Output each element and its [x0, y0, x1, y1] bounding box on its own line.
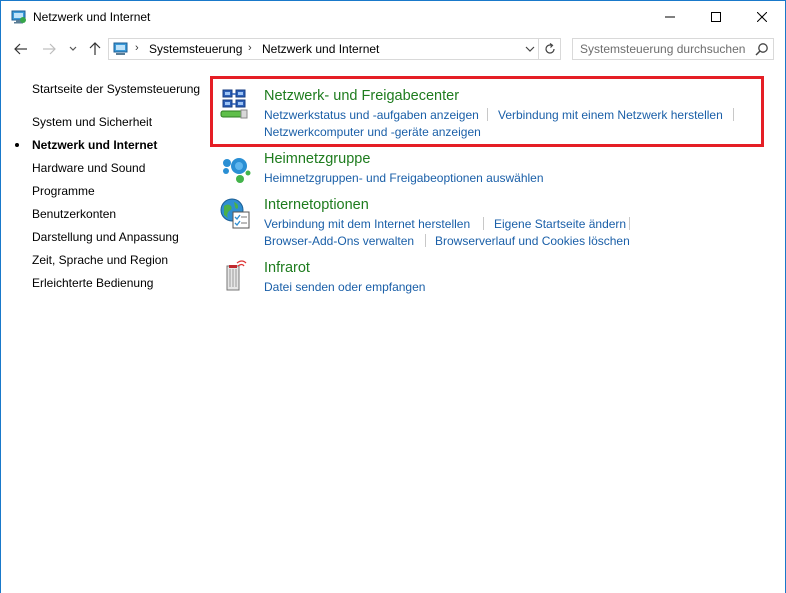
- chevron-down-icon: [525, 46, 535, 52]
- control-panel-icon: [113, 42, 129, 56]
- sidebar-item-programme[interactable]: Programme: [32, 184, 95, 198]
- sidebar-home-link[interactable]: Startseite der Systemsteuerung: [32, 82, 200, 96]
- chevron-right-icon: ›: [135, 42, 139, 54]
- control-panel-network-icon: [11, 10, 27, 24]
- refresh-button[interactable]: [539, 38, 561, 60]
- window-title: Netzwerk und Internet: [33, 10, 151, 24]
- close-icon: [757, 11, 767, 22]
- back-button[interactable]: [12, 40, 30, 58]
- sidebar-item-benutzerkonten[interactable]: Benutzerkonten: [32, 207, 116, 221]
- forward-button[interactable]: [40, 40, 58, 58]
- recent-locations-button[interactable]: [66, 40, 80, 58]
- minimize-icon: [665, 16, 675, 17]
- link-separator: [425, 234, 426, 247]
- arrow-left-icon: [14, 43, 27, 55]
- arrow-up-icon: [89, 42, 101, 55]
- sidebar-item-darstellung-und-anpassung[interactable]: Darstellung und Anpassung: [32, 230, 179, 244]
- highlight-box: [210, 76, 764, 147]
- maximize-icon: [711, 11, 721, 22]
- infrared-title[interactable]: Infrarot: [264, 260, 310, 276]
- title-bar: Netzwerk und Internet: [0, 0, 786, 32]
- maximize-button[interactable]: [693, 1, 739, 32]
- address-dropdown-button[interactable]: [522, 41, 538, 57]
- link-separator: [483, 217, 484, 230]
- search-icon[interactable]: [755, 42, 769, 56]
- link-manage-browser-addons[interactable]: Browser-Add-Ons verwalten: [264, 234, 414, 248]
- link-connect-to-internet[interactable]: Verbindung mit dem Internet herstellen: [264, 217, 470, 231]
- sidebar-item-hardware-und-sound[interactable]: Hardware und Sound: [32, 161, 145, 175]
- chevron-down-icon: [69, 46, 77, 51]
- internet-options-title[interactable]: Internetoptionen: [264, 197, 369, 213]
- breadcrumb-netzwerk-und-internet[interactable]: Netzwerk und Internet: [262, 42, 379, 56]
- navigation-bar: › Systemsteuerung › Netzwerk und Interne…: [0, 32, 786, 66]
- link-send-receive-file[interactable]: Datei senden oder empfangen: [264, 280, 425, 294]
- link-homegroup-options[interactable]: Heimnetzgruppen- und Freigabeoptionen au…: [264, 171, 544, 185]
- link-change-home-page[interactable]: Eigene Startseite ändern: [494, 217, 626, 231]
- infrared-icon[interactable]: [218, 260, 252, 294]
- sidebar-item-netzwerk-und-internet[interactable]: Netzwerk und Internet: [32, 138, 157, 152]
- internet-options-icon[interactable]: [218, 197, 252, 231]
- sidebar-item-system-und-sicherheit[interactable]: System und Sicherheit: [32, 115, 152, 129]
- chevron-right-icon: ›: [248, 42, 252, 54]
- homegroup-icon[interactable]: [218, 151, 252, 185]
- search-input[interactable]: [573, 39, 749, 59]
- up-button[interactable]: [86, 40, 104, 58]
- link-delete-browsing-history[interactable]: Browserverlauf und Cookies löschen: [435, 234, 630, 248]
- active-bullet: [15, 143, 19, 147]
- arrow-right-icon: [43, 43, 56, 55]
- homegroup-title[interactable]: Heimnetzgruppe: [264, 151, 370, 167]
- sidebar-item-zeit-sprache-region[interactable]: Zeit, Sprache und Region: [32, 253, 168, 267]
- minimize-button[interactable]: [647, 1, 693, 32]
- search-box[interactable]: [572, 38, 774, 60]
- close-button[interactable]: [739, 1, 785, 32]
- link-separator: [629, 217, 630, 230]
- sidebar-item-erleichterte-bedienung[interactable]: Erleichterte Bedienung: [32, 276, 153, 290]
- window-border-left: [0, 0, 1, 593]
- refresh-icon: [544, 43, 555, 54]
- address-bar[interactable]: › Systemsteuerung › Netzwerk und Interne…: [108, 38, 539, 60]
- breadcrumb-systemsteuerung[interactable]: Systemsteuerung: [149, 42, 242, 56]
- sidebar: Startseite der Systemsteuerung System un…: [0, 66, 205, 593]
